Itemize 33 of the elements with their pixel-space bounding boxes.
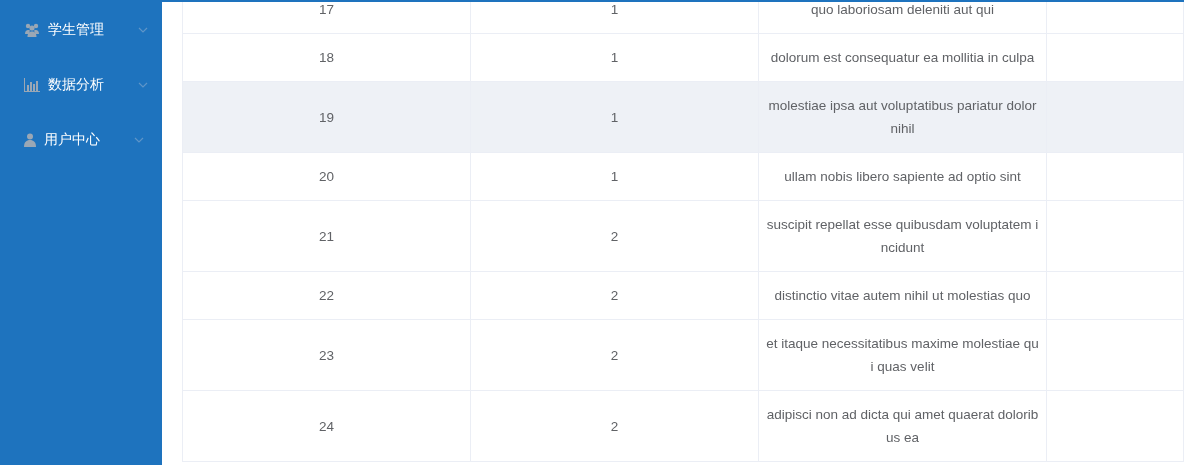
table-cell: 2 <box>471 391 759 461</box>
users-icon <box>24 22 40 37</box>
table-cell: 1 <box>471 34 759 81</box>
sidebar-item-label: 数据分析 <box>48 75 105 94</box>
table-cell: 1 <box>471 153 759 200</box>
sidebar-item[interactable]: 用户中心 <box>0 112 162 167</box>
table-cell: distinctio vitae autem nihil ut molestias quo <box>759 272 1047 319</box>
sidebar-item-label: 用户中心 <box>44 130 101 149</box>
sidebar-item[interactable]: 数据分析 <box>0 57 162 112</box>
table-cell: dolorum est consequatur ea mollitia in culpa <box>759 34 1047 81</box>
table-cell: ullam nobis libero sapiente ad optio sint <box>759 153 1047 200</box>
sidebar-item[interactable]: 学生管理 <box>0 2 162 57</box>
table-cell: 20 <box>183 153 471 200</box>
table-cell: 21 <box>183 201 471 271</box>
table-cell: 1 <box>471 2 759 33</box>
bar-chart-icon <box>24 77 40 92</box>
table-cell: 2 <box>471 320 759 390</box>
table-cell: 23 <box>183 320 471 390</box>
table-cell: 22 <box>183 272 471 319</box>
sidebar-item-label: 学生管理 <box>48 20 105 39</box>
table-cell: quo laboriosam deleniti aut qui <box>759 2 1047 33</box>
table-cell: 2 <box>471 201 759 271</box>
table-cell: 19 <box>183 82 471 152</box>
table-cell: suscipit repellat esse quibusdam voluptatem incidunt <box>759 201 1047 271</box>
table-cell: molestiae ipsa aut voluptatibus pariatur dolor nihil <box>759 82 1047 152</box>
table-cell: 1 <box>471 82 759 152</box>
table-cell: et itaque necessitatibus maxime molestiae qui quas velit <box>759 320 1047 390</box>
user-icon <box>24 132 36 147</box>
table-cell: adipisci non ad dicta qui amet quaerat doloribus ea <box>759 391 1047 461</box>
table-cell: 2 <box>471 272 759 319</box>
table-cell: 24 <box>183 391 471 461</box>
table-cell: 17 <box>183 2 471 33</box>
table-cell: 18 <box>183 34 471 81</box>
